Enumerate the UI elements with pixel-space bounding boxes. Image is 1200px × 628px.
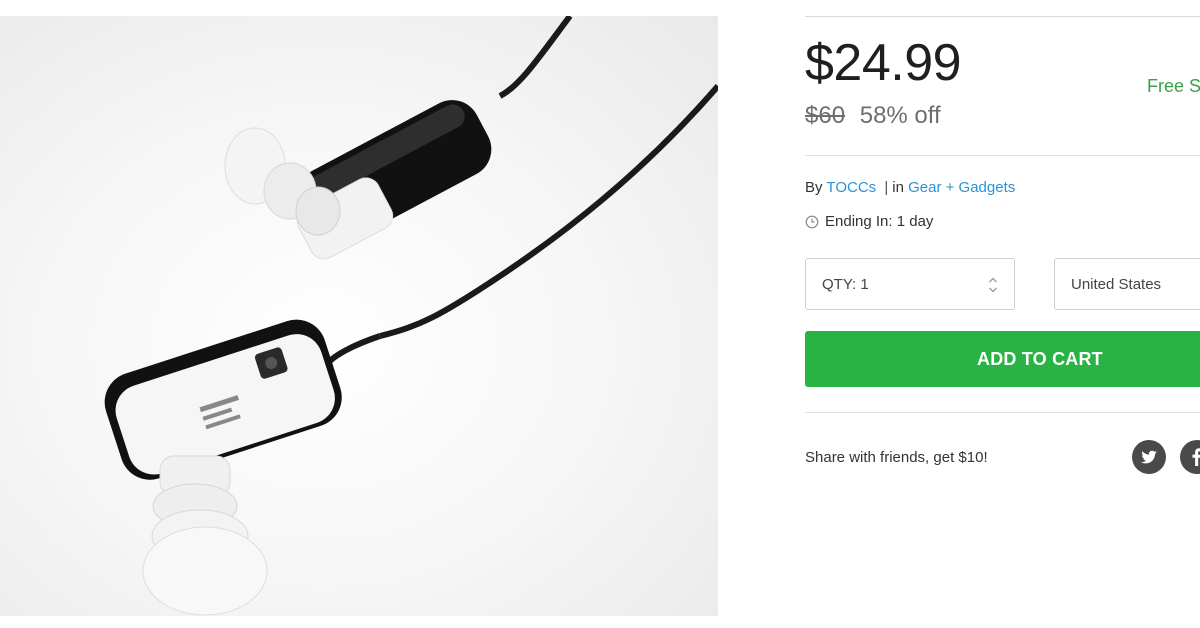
middle-divider xyxy=(805,155,1200,156)
twitter-icon xyxy=(1141,450,1157,464)
product-image xyxy=(0,16,718,616)
product-info-panel: $24.99 Free Shipping $60 58% off By TOCC… xyxy=(805,0,1200,628)
ending-text: Ending In: 1 day xyxy=(825,213,934,230)
top-divider xyxy=(805,16,1200,17)
quantity-select[interactable]: QTY: 1 xyxy=(805,258,1015,310)
clock-icon xyxy=(805,215,819,228)
ending-timer: Ending In: 1 day xyxy=(805,213,933,230)
earbuds-illustration xyxy=(104,16,718,616)
add-to-cart-button[interactable]: ADD TO CART xyxy=(805,331,1200,387)
by-prefix: By xyxy=(805,179,823,196)
sale-price: $24.99 xyxy=(805,34,962,92)
discount-percent: 58% off xyxy=(859,102,941,129)
facebook-share-button[interactable] xyxy=(1180,440,1200,474)
quantity-label: QTY: 1 xyxy=(822,276,869,293)
category-link[interactable]: Gear + Gadgets xyxy=(908,179,1015,196)
share-promo-text: Share with friends, get $10! xyxy=(805,449,988,466)
country-select[interactable]: United States xyxy=(1054,258,1200,310)
product-page: $24.99 Free Shipping $60 58% off By TOCC… xyxy=(0,0,1200,628)
twitter-share-button[interactable] xyxy=(1132,440,1166,474)
country-label: United States xyxy=(1071,276,1162,293)
discount-row: $60 58% off xyxy=(805,102,941,130)
up-down-chevron-icon xyxy=(989,277,997,293)
facebook-icon xyxy=(1192,448,1200,466)
shipping-badge: Free Shipping xyxy=(1147,76,1200,96)
seller-separator: | xyxy=(884,179,889,196)
bottom-divider xyxy=(805,412,1200,413)
original-price: $60 xyxy=(805,102,846,129)
vendor-link[interactable]: TOCCs xyxy=(826,179,876,196)
seller-line: By TOCCs | in Gear + Gadgets xyxy=(805,179,1015,196)
in-prefix: in xyxy=(892,179,904,196)
